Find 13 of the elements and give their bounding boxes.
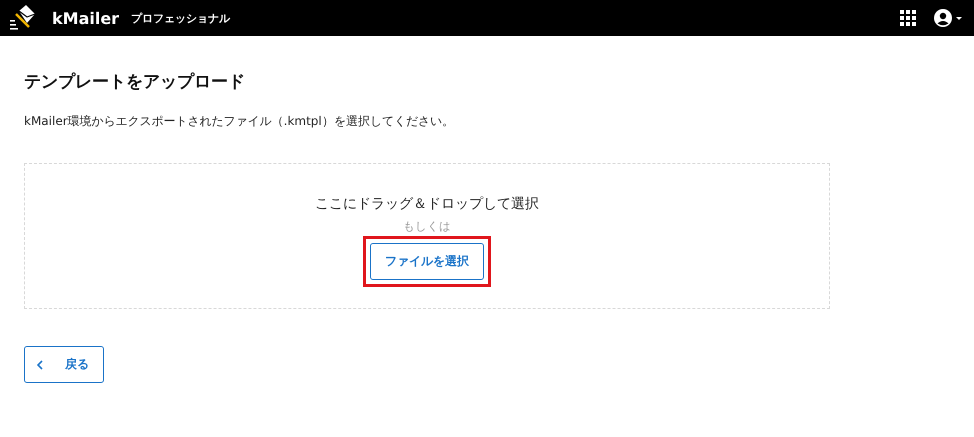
chevron-left-icon	[37, 360, 43, 370]
account-icon[interactable]	[934, 9, 964, 27]
app-name: kMailer	[52, 8, 120, 28]
back-button[interactable]: 戻る	[24, 346, 104, 383]
edition-label: プロフェッショナル	[131, 10, 230, 26]
apps-grid-icon[interactable]	[900, 10, 916, 26]
envelope-logo-icon	[10, 5, 36, 31]
page-title: テンプレートをアップロード	[24, 71, 246, 93]
choose-file-button[interactable]: ファイルを選択	[370, 243, 484, 280]
drop-zone[interactable]: ここにドラッグ＆ドロップして選択 もしくは ファイルを選択	[24, 163, 830, 309]
drop-prompt: ここにドラッグ＆ドロップして選択	[315, 195, 539, 213]
page-description: kMailer環境からエクスポートされたファイル（.kmtpl）を選択してください。	[24, 113, 455, 130]
separator-text: もしくは	[403, 219, 451, 234]
